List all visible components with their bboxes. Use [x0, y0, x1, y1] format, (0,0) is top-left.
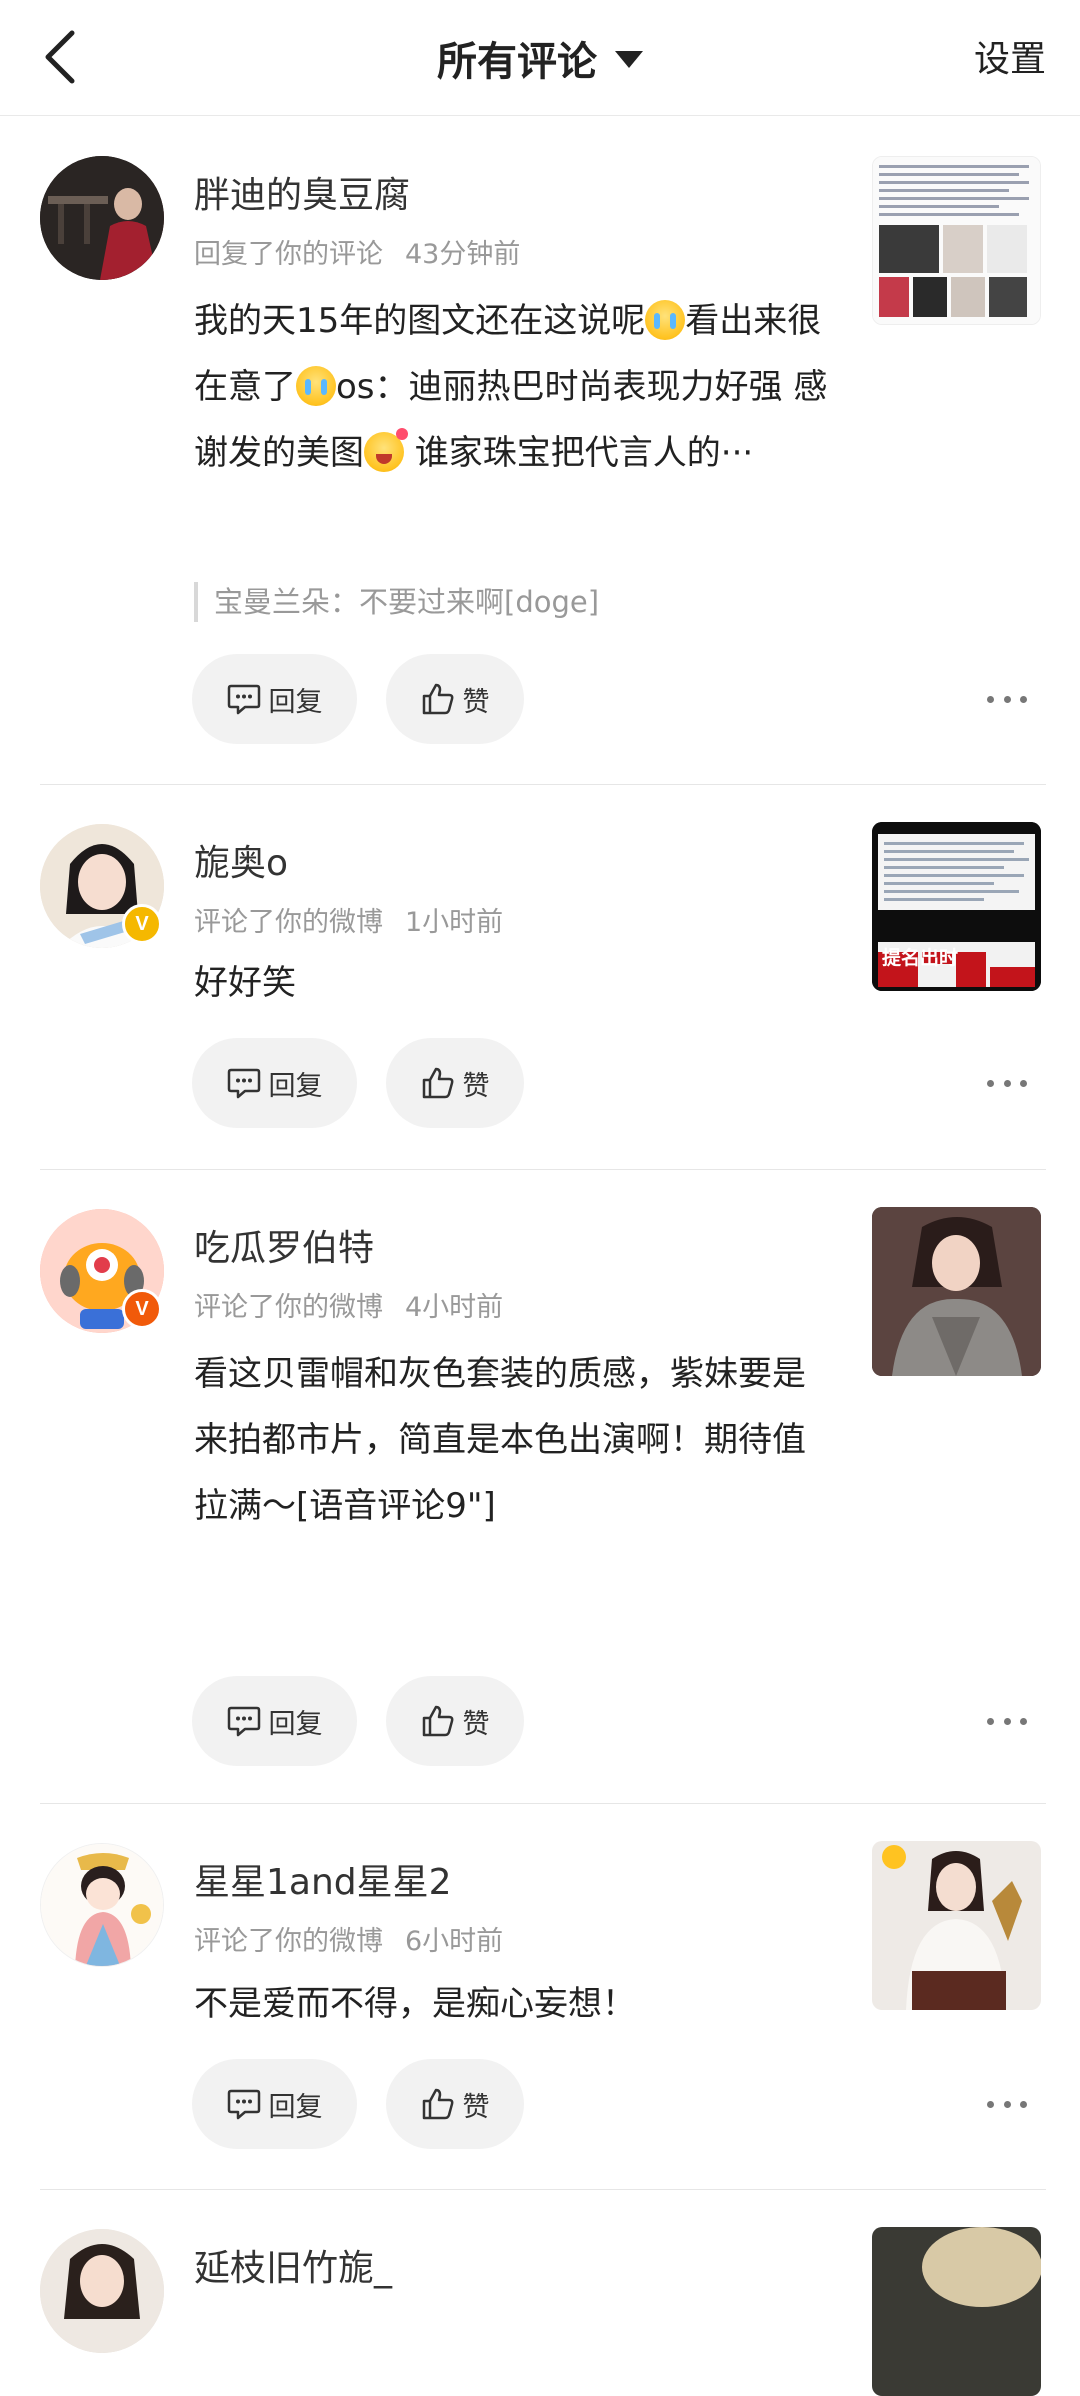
- dot: [1003, 1079, 1011, 1087]
- page-title: 所有评论: [437, 39, 597, 85]
- settings-button[interactable]: 设置: [974, 30, 1046, 82]
- comment-action: 评论了你的微博: [194, 1292, 383, 1323]
- thumbnail-image: [872, 2227, 1041, 2396]
- avatar[interactable]: [40, 2229, 164, 2353]
- item-divider: [40, 2189, 1046, 2190]
- thumbnail-image: [873, 157, 1040, 324]
- reply-label: 回复: [268, 686, 323, 718]
- dot: [1020, 695, 1027, 703]
- thumbs-up-icon: [422, 1067, 453, 1099]
- title-container: 所有评论: [0, 0, 1080, 116]
- dot: [987, 1717, 994, 1725]
- chevron-left-icon: [45, 30, 75, 84]
- heart-face-emoji-icon: [364, 428, 408, 472]
- comment-content[interactable]: 好好笑: [194, 950, 834, 1016]
- crying-emoji-icon: [645, 300, 686, 340]
- comment-bubble-icon: [227, 1706, 260, 1737]
- avatar-photo: [40, 156, 164, 280]
- like-button[interactable]: 赞: [386, 1676, 524, 1766]
- like-label: 赞: [462, 2091, 490, 2123]
- comment-meta: 回复了你的评论 43分钟前: [194, 232, 520, 271]
- post-thumbnail[interactable]: [872, 1841, 1041, 2010]
- dot: [1020, 2100, 1027, 2108]
- reply-label: 回复: [268, 1708, 323, 1740]
- comment-username[interactable]: 旎奥o: [194, 834, 288, 886]
- comment-bubble-icon: [227, 684, 260, 715]
- more-options-button[interactable]: [987, 679, 1027, 719]
- comment-content[interactable]: 我的天15年的图文还在这说呢 看出来很在意了 os：迪丽热巴时尚表现力好强 感谢发的…: [194, 288, 834, 486]
- like-button[interactable]: 赞: [386, 654, 524, 744]
- dot: [987, 2100, 994, 2108]
- like-label: 赞: [462, 686, 490, 718]
- caret-down-icon: [615, 50, 643, 68]
- comment-meta: 评论了你的微博 4小时前: [194, 1285, 503, 1324]
- top-nav-bar: 所有评论 设置: [0, 0, 1080, 116]
- avatar-photo: [40, 2229, 164, 2353]
- quoted-reply[interactable]: 宝曼兰朵：不要过来啊[doge]: [194, 582, 599, 622]
- item-divider: [40, 784, 1046, 785]
- comment-username[interactable]: 星星1and星星2: [194, 1853, 452, 1905]
- post-thumbnail[interactable]: [872, 2227, 1041, 2396]
- post-thumbnail[interactable]: [872, 1207, 1041, 1376]
- more-options-button[interactable]: [987, 1701, 1027, 1741]
- comment-filter-dropdown[interactable]: 所有评论: [437, 29, 643, 87]
- reply-label: 回复: [268, 1070, 323, 1102]
- like-label: 赞: [462, 1708, 490, 1740]
- comment-content[interactable]: 看这贝雷帽和灰色套装的质感，紫妹要是来拍都市片，简直是本色出演啊！期待值拉满～[…: [194, 1341, 834, 1539]
- reply-button[interactable]: 回复: [192, 1676, 357, 1766]
- avatar[interactable]: [40, 1843, 164, 1967]
- comment-content[interactable]: 不是爱而不得，是痴心妄想！: [194, 1971, 834, 2037]
- item-divider: [40, 1169, 1046, 1170]
- comment-username[interactable]: 吃瓜罗伯特: [194, 1219, 374, 1271]
- back-button[interactable]: [30, 22, 90, 92]
- comment-action: 评论了你的微博: [194, 1926, 383, 1957]
- thumbnail-image: [872, 1207, 1041, 1376]
- comment-meta: 评论了你的微博 1小时前: [194, 900, 503, 939]
- like-button[interactable]: 赞: [386, 2059, 524, 2149]
- thumbnail-caption: 提名出时: [882, 947, 959, 969]
- dot: [1003, 1717, 1011, 1725]
- reply-button[interactable]: 回复: [192, 654, 357, 744]
- avatar[interactable]: [40, 156, 164, 280]
- comment-time: 43分钟前: [405, 239, 521, 270]
- more-options-button[interactable]: [987, 1063, 1027, 1103]
- crying-emoji-icon: [296, 366, 336, 406]
- comment-time: 4小时前: [405, 1292, 504, 1323]
- post-thumbnail[interactable]: 提名出时: [872, 822, 1041, 991]
- reply-button[interactable]: 回复: [192, 2059, 357, 2149]
- verified-badge: V: [122, 904, 162, 944]
- thumbnail-image: [872, 1841, 1041, 2010]
- item-divider: [40, 1803, 1046, 1804]
- comment-username[interactable]: 胖迪的臭豆腐: [194, 166, 410, 218]
- like-button[interactable]: 赞: [386, 1038, 524, 1128]
- thumbs-up-icon: [422, 2088, 453, 2120]
- verified-badge: V: [122, 1289, 162, 1329]
- reply-label: 回复: [268, 2091, 323, 2123]
- comment-username[interactable]: 延枝旧竹旎_: [194, 2239, 392, 2291]
- dot: [987, 1079, 994, 1087]
- thumbs-up-icon: [422, 1705, 453, 1737]
- comment-time: 6小时前: [405, 1926, 504, 1957]
- reply-button[interactable]: 回复: [192, 1038, 357, 1128]
- content-text: 我的天15年的图文还在这说呢: [194, 301, 646, 341]
- dot: [1003, 695, 1011, 703]
- content-text: 谁家珠宝把代言人的···: [404, 433, 754, 473]
- dot: [1020, 1079, 1027, 1087]
- like-label: 赞: [462, 1070, 490, 1102]
- comment-meta: 评论了你的微博 6小时前: [194, 1919, 503, 1958]
- comment-action: 评论了你的微博: [194, 907, 383, 938]
- avatar[interactable]: V: [40, 824, 164, 948]
- dot: [1020, 1717, 1027, 1725]
- comment-action: 回复了你的评论: [194, 239, 383, 270]
- comment-time: 1小时前: [405, 907, 504, 938]
- more-options-button[interactable]: [987, 2084, 1027, 2124]
- thumbs-up-icon: [422, 683, 453, 715]
- dot: [1003, 2100, 1011, 2108]
- dot: [987, 695, 994, 703]
- comment-bubble-icon: [227, 2089, 260, 2120]
- comment-bubble-icon: [227, 1068, 260, 1099]
- avatar-photo: [41, 1844, 163, 1966]
- post-thumbnail[interactable]: [872, 156, 1041, 325]
- avatar[interactable]: V: [40, 1209, 164, 1333]
